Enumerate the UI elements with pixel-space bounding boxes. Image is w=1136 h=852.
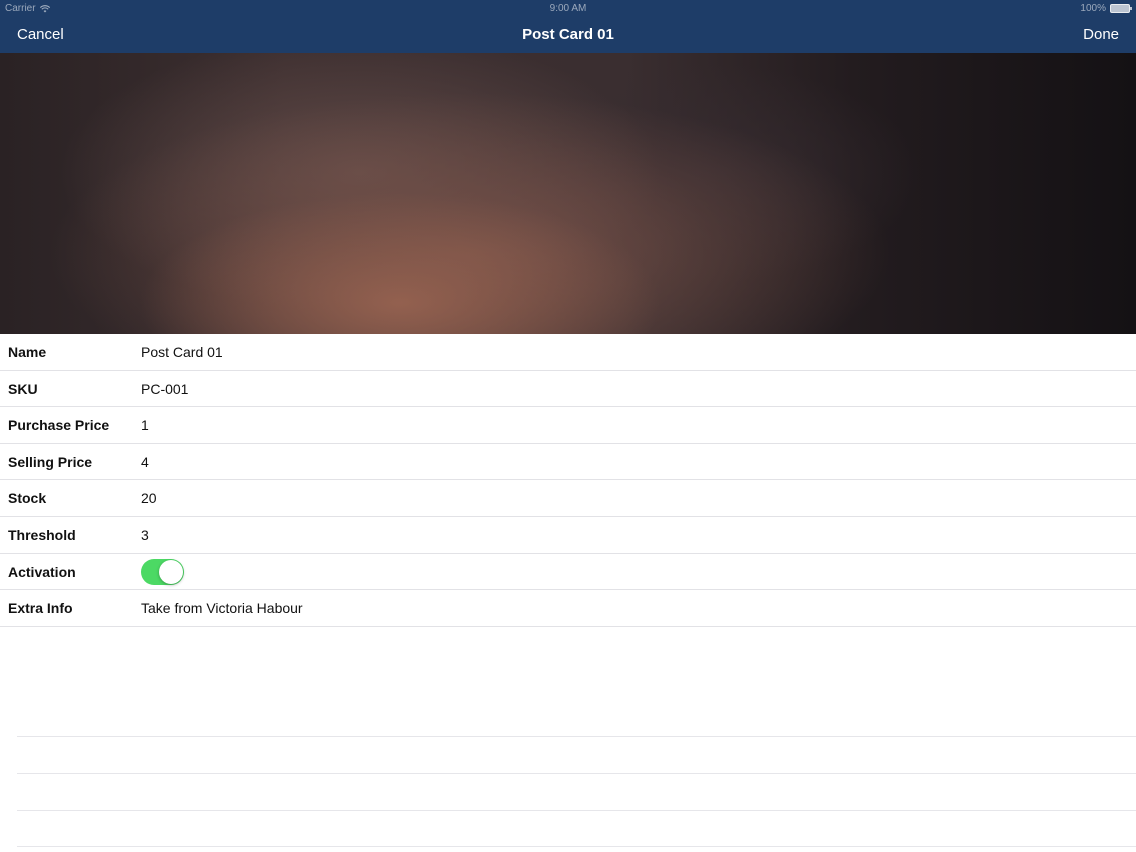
- selling-price-field[interactable]: 4: [141, 454, 1041, 470]
- activation-label: Activation: [8, 563, 76, 580]
- threshold-row: Threshold 3: [0, 517, 1136, 554]
- stock-field[interactable]: 20: [141, 490, 1041, 506]
- toggle-knob: [159, 559, 183, 584]
- extra-info-row: Extra Info Take from Victoria Habour: [0, 590, 1136, 627]
- stock-row: Stock 20: [0, 480, 1136, 517]
- purchase-price-row: Purchase Price 1: [0, 407, 1136, 444]
- battery-icon: [1110, 4, 1132, 13]
- empty-separator: [17, 810, 1136, 811]
- name-row: Name Post Card 01: [0, 334, 1136, 371]
- activation-row: Activation: [0, 554, 1136, 591]
- status-right: 100%: [1080, 3, 1132, 14]
- product-photo[interactable]: [0, 53, 1136, 334]
- selling-price-label: Selling Price: [8, 453, 93, 470]
- empty-separator: [17, 736, 1136, 737]
- empty-separator: [17, 773, 1136, 774]
- status-time: 9:00 AM: [549, 3, 587, 14]
- product-edit-screen: Carrier 9:00 AM 100% Cancel Post Card 01…: [0, 0, 1136, 852]
- selling-price-row: Selling Price 4: [0, 444, 1136, 481]
- page-title: Post Card 01: [522, 26, 614, 43]
- done-button[interactable]: Done: [1083, 26, 1119, 43]
- extra-info-label: Extra Info: [8, 600, 73, 617]
- activation-toggle[interactable]: [141, 558, 184, 585]
- threshold-label: Threshold: [8, 526, 76, 543]
- navigation-bar: Cancel Post Card 01 Done: [0, 17, 1136, 53]
- status-bar: Carrier 9:00 AM 100%: [0, 0, 1136, 17]
- product-form: Name Post Card 01 SKU PC-001 Purchase Pr…: [0, 334, 1136, 627]
- threshold-field[interactable]: 3: [141, 527, 1041, 543]
- sku-field[interactable]: PC-001: [141, 381, 1041, 397]
- stock-label: Stock: [8, 490, 47, 507]
- name-field[interactable]: Post Card 01: [141, 344, 1041, 360]
- sku-label: SKU: [8, 380, 38, 397]
- purchase-price-label: Purchase Price: [8, 417, 110, 434]
- empty-separator: [17, 846, 1136, 847]
- battery-percent: 100%: [1080, 3, 1106, 14]
- extra-info-field[interactable]: Take from Victoria Habour: [141, 600, 1041, 616]
- purchase-price-field[interactable]: 1: [141, 417, 1041, 433]
- name-label: Name: [8, 344, 47, 360]
- sku-row: SKU PC-001: [0, 371, 1136, 408]
